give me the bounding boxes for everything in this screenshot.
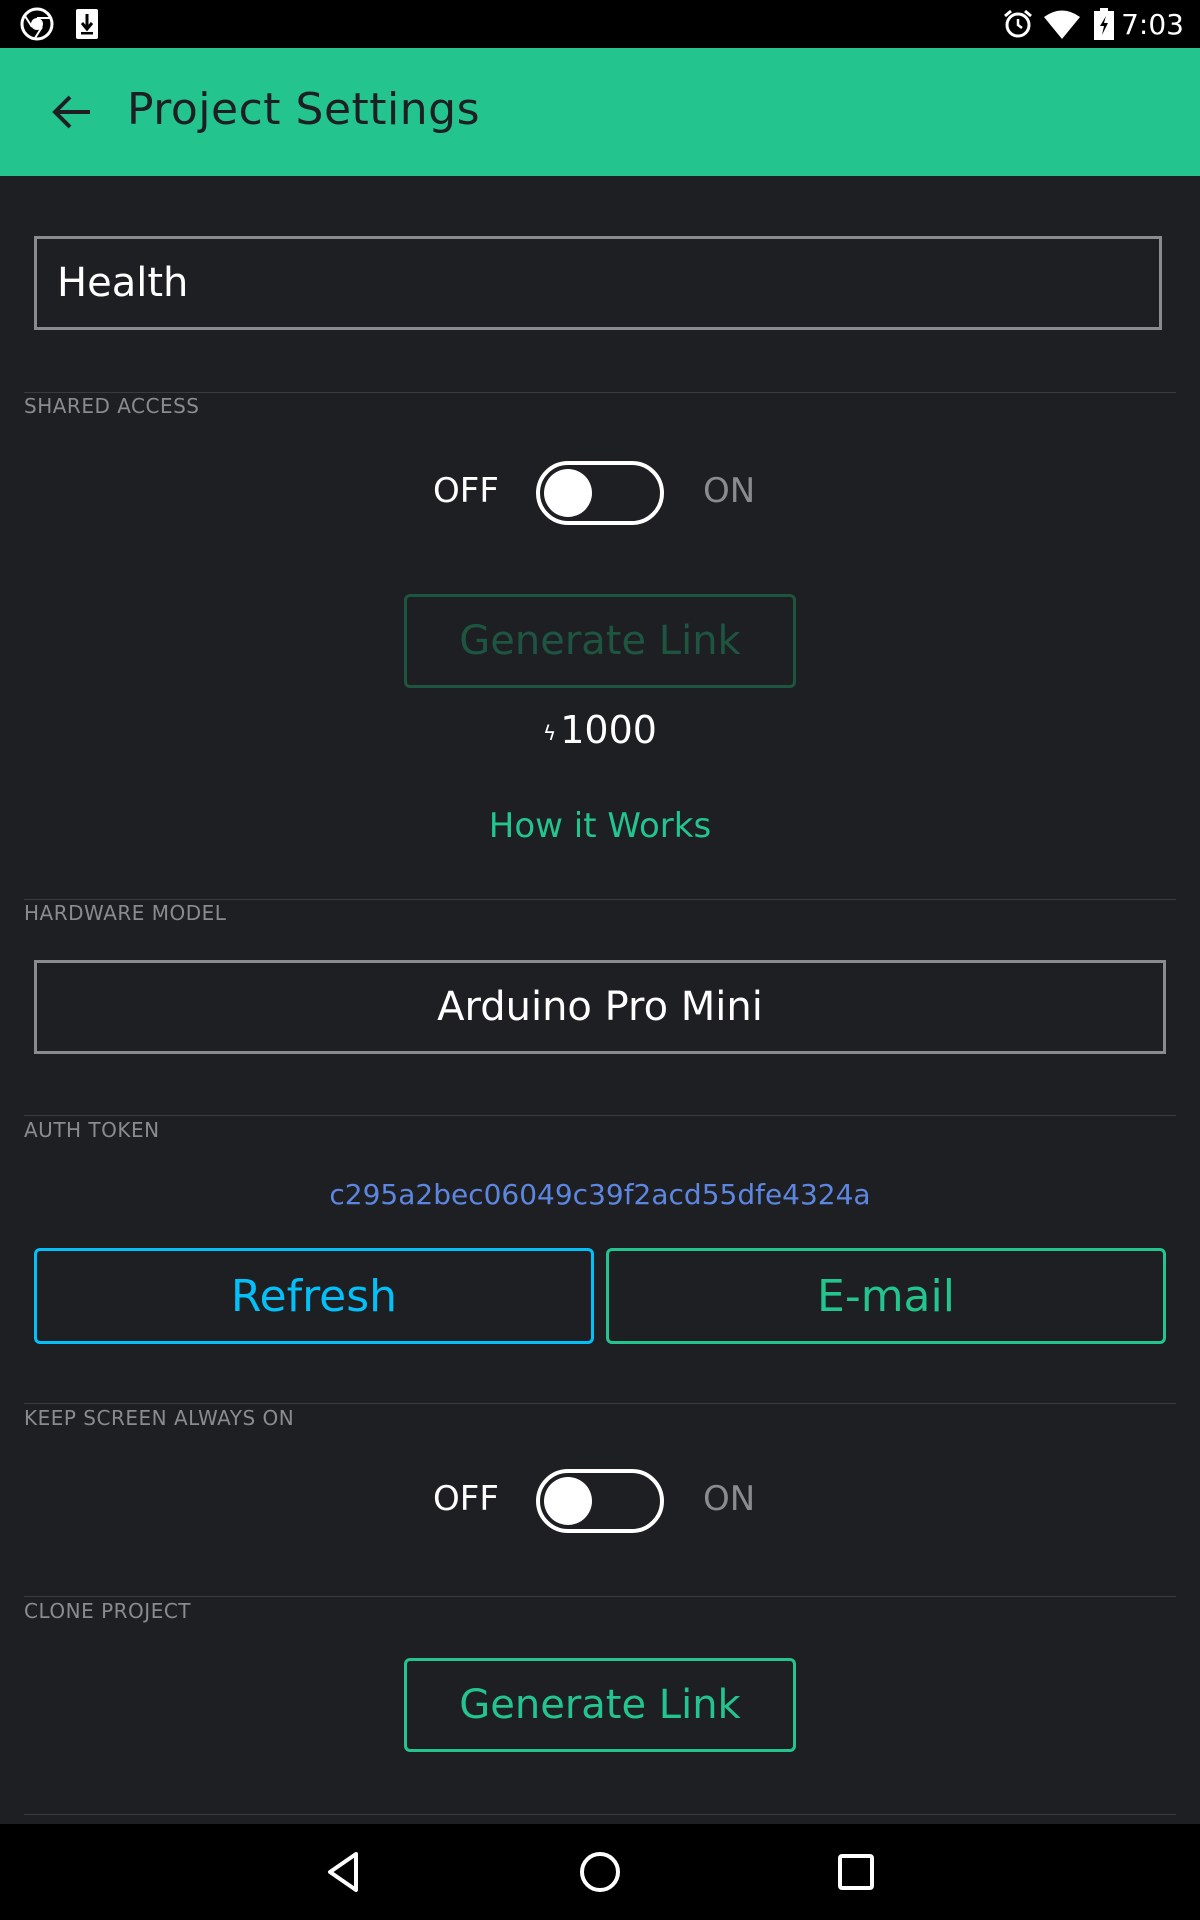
alarm-icon xyxy=(1004,9,1032,38)
shared-access-switch[interactable] xyxy=(536,461,664,525)
project-name-input[interactable] xyxy=(34,236,1162,330)
status-bar: 7:03 xyxy=(0,0,1200,48)
how-it-works-link[interactable]: How it Works xyxy=(0,806,1200,846)
hardware-model-select[interactable]: Arduino Pro Mini xyxy=(34,960,1166,1054)
toggle-on-label: ON xyxy=(703,1479,756,1519)
divider xyxy=(24,1596,1176,1597)
divider xyxy=(24,392,1176,393)
download-icon xyxy=(76,9,98,39)
toggle-on-label: ON xyxy=(703,471,756,511)
toggle-off-label: OFF xyxy=(433,471,499,511)
status-time: 7:03 xyxy=(1121,8,1184,41)
auth-token-value[interactable]: c295a2bec06049c39f2acd55dfe4324a xyxy=(0,1178,1200,1211)
home-icon[interactable] xyxy=(576,1848,624,1896)
app-bar: Project Settings xyxy=(0,48,1200,176)
lightning-bolt-icon: ϟ xyxy=(543,720,557,745)
switch-knob xyxy=(544,1477,592,1525)
divider xyxy=(24,1814,1176,1815)
refresh-button[interactable]: Refresh xyxy=(34,1248,594,1344)
page-title: Project Settings xyxy=(127,84,480,135)
shared-access-label: SHARED ACCESS xyxy=(24,394,200,418)
hardware-model-label: HARDWARE MODEL xyxy=(24,901,227,925)
divider xyxy=(24,1115,1176,1116)
keep-screen-toggle-row: OFF ON xyxy=(0,1469,1200,1533)
email-button[interactable]: E-mail xyxy=(606,1248,1166,1344)
wifi-icon xyxy=(1044,10,1080,39)
shared-generate-link-button[interactable]: Generate Link xyxy=(404,594,796,688)
divider xyxy=(24,899,1176,900)
back-arrow-icon[interactable] xyxy=(50,92,94,132)
energy-value: 1000 xyxy=(560,708,657,752)
navigation-bar xyxy=(0,1824,1200,1920)
shared-access-toggle-row: OFF ON xyxy=(0,461,1200,525)
battery-icon xyxy=(1094,8,1114,40)
clone-generate-link-button[interactable]: Generate Link xyxy=(404,1658,796,1752)
toggle-off-label: OFF xyxy=(433,1479,499,1519)
auth-token-label: AUTH TOKEN xyxy=(24,1118,160,1142)
keep-screen-switch[interactable] xyxy=(536,1469,664,1533)
switch-knob xyxy=(544,469,592,517)
chrome-icon xyxy=(20,7,54,41)
recents-icon[interactable] xyxy=(832,1848,880,1896)
keep-screen-on-label: KEEP SCREEN ALWAYS ON xyxy=(24,1406,295,1430)
divider xyxy=(24,1403,1176,1404)
energy-cost: ϟ 1000 xyxy=(0,708,1200,752)
back-icon[interactable] xyxy=(320,1848,368,1896)
clone-project-label: CLONE PROJECT xyxy=(24,1599,192,1623)
